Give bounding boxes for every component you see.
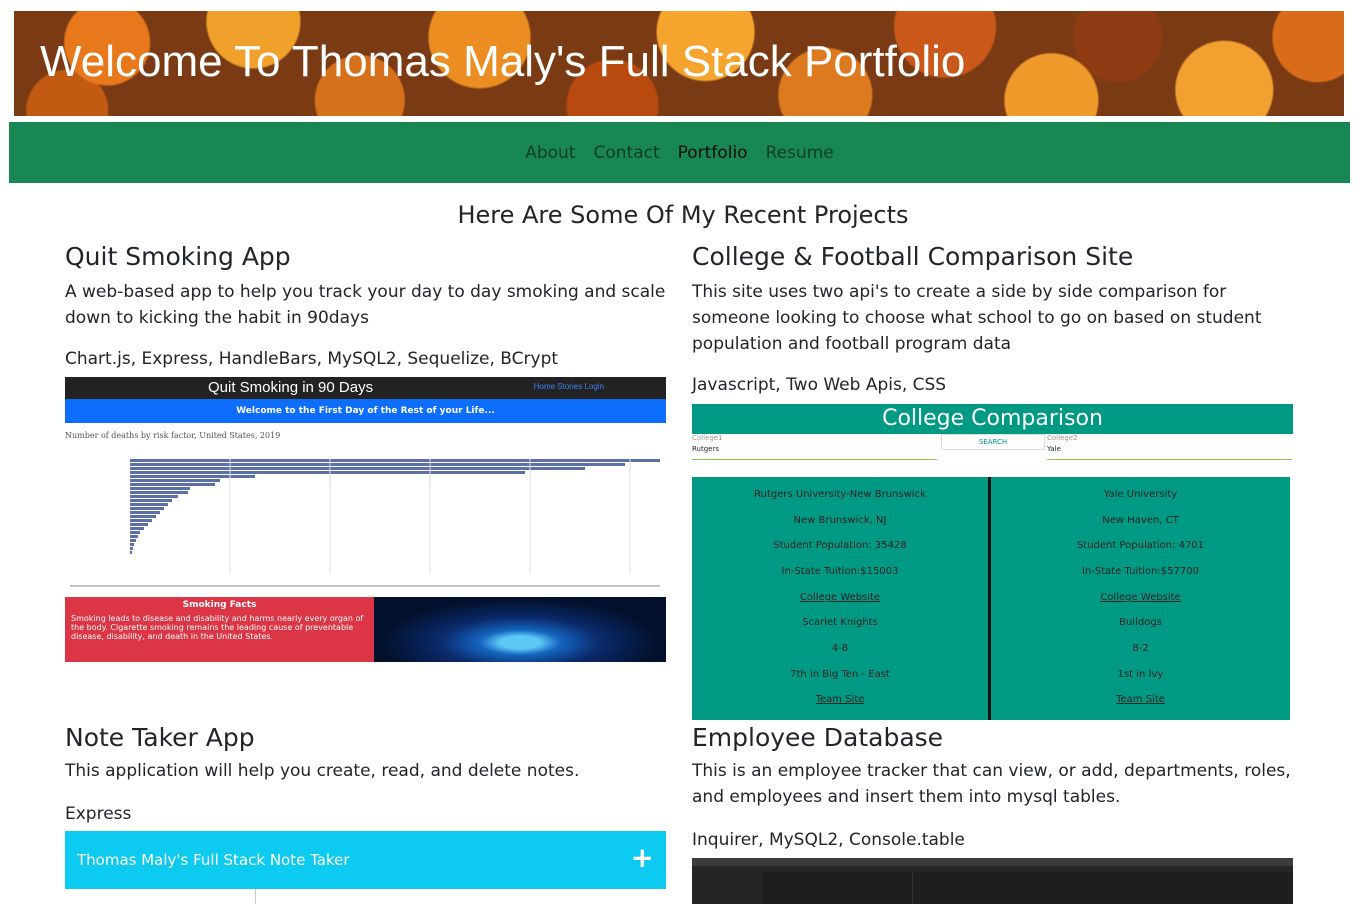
cc-right-team-site-link[interactable]: Team Site — [1116, 694, 1165, 720]
plus-icon[interactable]: + — [631, 841, 654, 874]
nt-title: Thomas Maly's Full Stack Note Taker — [77, 851, 350, 869]
ed-editor — [912, 872, 1033, 904]
navbar: About Contact Portfolio Resume — [9, 122, 1350, 183]
cc-left-team-site-link[interactable]: Team Site — [816, 694, 865, 720]
cc-right-website-link[interactable]: College Website — [1100, 592, 1180, 618]
cc-left-column: Rutgers University-New Brunswick New Bru… — [692, 477, 991, 720]
cc-right-standing: 1st in Ivy — [1117, 668, 1164, 680]
qs-topbar: Quit Smoking in 90 Days Home Stories Log… — [65, 377, 666, 399]
qs-xray-image — [374, 597, 666, 662]
college-comparison-screenshot[interactable]: College Comparison College1 Rutgers SEAR… — [692, 404, 1293, 720]
cc-result-columns: Rutgers University-New Brunswick New Bru… — [692, 477, 1293, 720]
employee-database-screenshot[interactable] — [692, 858, 1293, 904]
ed-sidebar — [692, 872, 762, 904]
cc-search-button[interactable]: SEARCH — [941, 434, 1045, 450]
banner-title: Welcome To Thomas Maly's Full Stack Port… — [40, 37, 966, 86]
project-tech: Javascript, Two Web Apis, CSS — [692, 375, 947, 395]
cc-college1-input[interactable]: Rutgers — [692, 445, 937, 460]
nt-header: Thomas Maly's Full Stack Note Taker + — [65, 831, 666, 889]
cc-right-name: Yale University — [1103, 489, 1178, 500]
qs-links: Home Stories Login — [533, 382, 604, 391]
qs-welcome: Welcome to the First Day of the Rest of … — [65, 399, 666, 423]
cc-left-tuition: In-State Tuition:$15003 — [781, 566, 899, 578]
qs-facts: Smoking Facts Smoking leads to disease a… — [65, 597, 374, 662]
cc-right-location: New Haven, CT — [1102, 514, 1179, 526]
qs-chart: Number of deaths by risk factor, United … — [65, 423, 666, 597]
section-title: Here Are Some Of My Recent Projects — [457, 201, 909, 229]
project-title: Employee Database — [692, 723, 944, 752]
project-title: Note Taker App — [65, 723, 255, 752]
quit-smoking-screenshot[interactable]: Quit Smoking in 90 Days Home Stories Log… — [65, 377, 666, 669]
qs-app-title: Quit Smoking in 90 Days — [208, 379, 374, 396]
qs-facts-heading: Smoking Facts — [182, 600, 257, 610]
cc-right-tuition: In-State Tuition:$57700 — [1082, 566, 1199, 578]
project-title: College & Football Comparison Site — [692, 242, 1134, 271]
nav-resume[interactable]: Resume — [766, 143, 834, 163]
cc-college2-label: College2 — [1047, 434, 1078, 442]
project-description: A web-based app to help you track your d… — [65, 282, 666, 328]
project-description: This site uses two api's to create a sid… — [692, 282, 1262, 354]
project-tech: Inquirer, MySQL2, Console.table — [692, 830, 965, 850]
project-description: This is an employee tracker that can vie… — [692, 761, 1291, 807]
cc-left-record: 4-8 — [831, 643, 849, 655]
project-tech: Express — [65, 804, 132, 824]
nav-about[interactable]: About — [525, 143, 575, 163]
qs-bar-chart — [70, 459, 660, 587]
cc-college2-input[interactable]: Yale — [1047, 445, 1292, 460]
cc-inputs: College1 Rutgers SEARCH College2 Yale — [692, 434, 1293, 478]
project-tech: Chart.js, Express, HandleBars, MySQL2, S… — [65, 349, 559, 369]
nav-contact[interactable]: Contact — [594, 143, 660, 163]
cc-left-standing: 7th in Big Ten - East — [790, 668, 890, 680]
project-card-employee-database: Employee Database This is an employee tr… — [692, 722, 1293, 852]
cc-right-population: Student Population: 4701 — [1076, 540, 1205, 552]
cc-college1-label: College1 — [692, 434, 723, 442]
project-card-quit-smoking: Quit Smoking App A web-based app to help… — [65, 241, 666, 371]
cc-left-population: Student Population: 35428 — [773, 540, 907, 552]
header-banner: Welcome To Thomas Maly's Full Stack Port… — [14, 11, 1344, 116]
project-card-college-comparison: College & Football Comparison Site This … — [692, 241, 1293, 397]
qs-facts-text: Smoking leads to disease and disability … — [71, 614, 364, 641]
project-title: Quit Smoking App — [65, 242, 291, 271]
note-taker-screenshot[interactable]: Thomas Maly's Full Stack Note Taker + — [65, 831, 666, 904]
cc-left-website-link[interactable]: College Website — [800, 592, 880, 618]
project-description: This application will help you create, r… — [65, 761, 580, 781]
qs-bottom: Smoking Facts Smoking leads to disease a… — [65, 597, 666, 662]
cc-title: College Comparison — [692, 404, 1293, 434]
cc-right-record: 8-2 — [1132, 643, 1149, 655]
nt-divider — [255, 889, 256, 904]
project-card-note-taker: Note Taker App This application will hel… — [65, 722, 666, 826]
cc-left-name: Rutgers University-New Brunswick — [754, 489, 926, 500]
cc-left-team: Scarlet Knights — [802, 617, 878, 629]
cc-right-team: Bulldogs — [1119, 617, 1162, 629]
ed-titlebar — [692, 858, 1293, 866]
cc-left-location: New Brunswick, NJ — [793, 514, 887, 526]
cc-right-column: Yale University New Haven, CT Student Po… — [991, 477, 1290, 720]
nav-portfolio[interactable]: Portfolio — [678, 143, 748, 163]
